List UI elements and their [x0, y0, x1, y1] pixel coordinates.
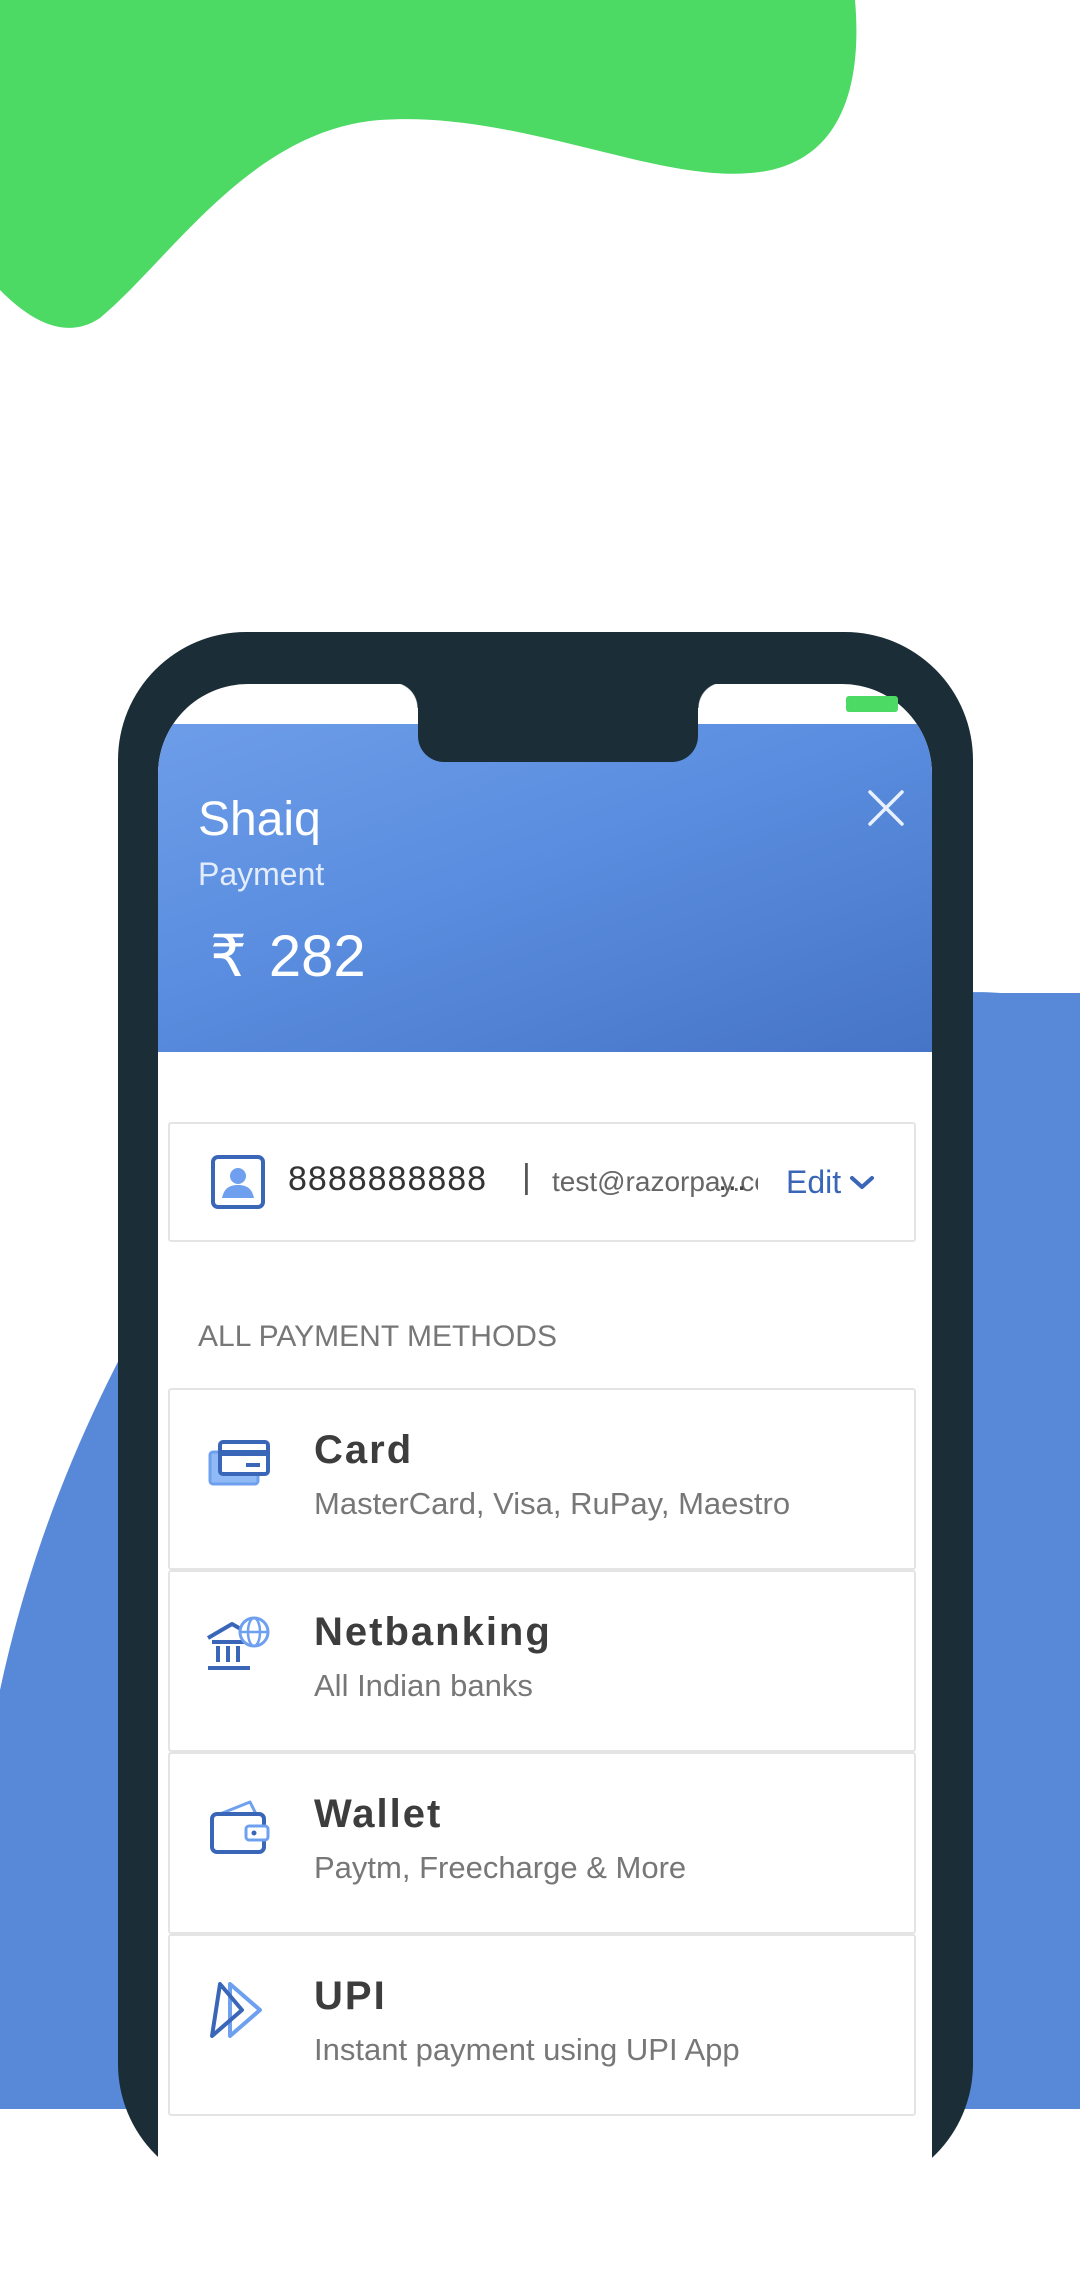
method-title: Netbanking	[314, 1610, 552, 1654]
battery-indicator	[846, 696, 898, 712]
phone-frame: Shaiq Payment ₹282 8888888888 | test@raz…	[118, 632, 973, 2284]
green-blob-decoration	[0, 0, 857, 328]
method-subtitle: All Indian banks	[314, 1668, 533, 1703]
contact-details[interactable]: 8888888888 | test@razorpay.com ... Edit	[168, 1122, 916, 1242]
contact-phone: 8888888888	[288, 1160, 488, 1198]
payment-description: Payment	[198, 856, 325, 892]
upi-icon	[210, 1982, 262, 2038]
method-title: UPI	[314, 1974, 387, 2018]
payment-methods-heading: ALL PAYMENT METHODS	[198, 1320, 557, 1353]
close-icon	[868, 790, 904, 826]
contact-separator: |	[522, 1158, 531, 1196]
method-subtitle: Instant payment using UPI App	[314, 2032, 740, 2067]
payment-method-upi[interactable]: UPI Instant payment using UPI App	[168, 1934, 916, 2116]
payment-method-card[interactable]: Card MasterCard, Visa, RuPay, Maestro	[168, 1388, 916, 1570]
bank-globe-icon	[206, 1616, 270, 1670]
merchant-name: Shaiq	[198, 793, 321, 846]
wallet-icon	[210, 1800, 270, 1854]
method-title: Wallet	[314, 1792, 443, 1836]
close-button[interactable]	[858, 780, 914, 836]
chevron-down-icon	[850, 1175, 875, 1189]
method-subtitle: MasterCard, Visa, RuPay, Maestro	[314, 1486, 791, 1521]
payment-method-wallet[interactable]: Wallet Paytm, Freecharge & More	[168, 1752, 916, 1934]
checkout-header: Shaiq Payment ₹282	[158, 724, 932, 1052]
method-title: Card	[314, 1428, 414, 1472]
method-subtitle: Paytm, Freecharge & More	[314, 1850, 687, 1885]
amount-value: 282	[268, 924, 366, 989]
edit-label: Edit	[786, 1164, 842, 1200]
payment-amount: ₹282	[210, 922, 366, 990]
contact-email-ellipsis: ...	[718, 1160, 747, 1198]
contact-card-icon	[211, 1155, 265, 1209]
card-icon	[208, 1440, 270, 1486]
payment-method-netbanking[interactable]: Netbanking All Indian banks	[168, 1570, 916, 1752]
currency-symbol: ₹	[210, 924, 247, 989]
phone-notch	[392, 682, 724, 762]
edit-contact-button[interactable]: Edit	[786, 1164, 875, 1201]
checkout-screen: Shaiq Payment ₹282 8888888888 | test@raz…	[158, 684, 932, 2284]
